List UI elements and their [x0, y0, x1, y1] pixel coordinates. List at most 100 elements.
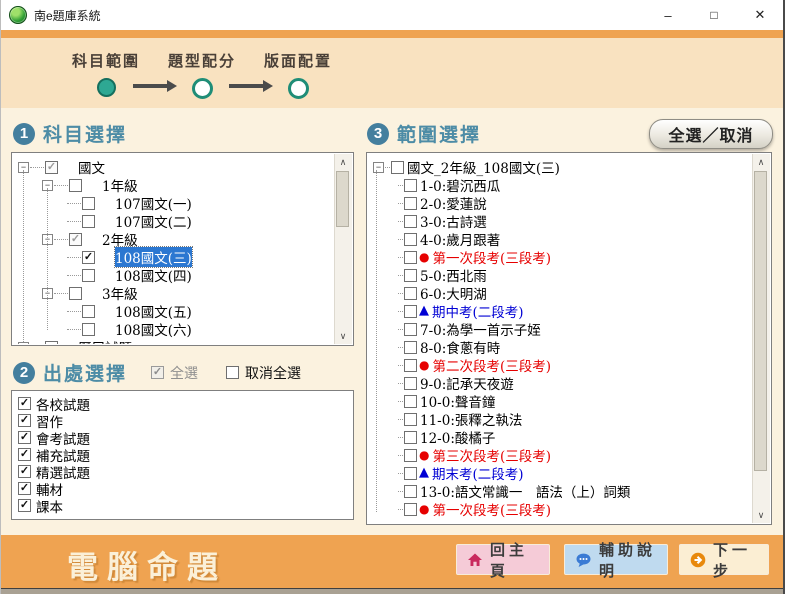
next-step-button[interactable]: 下一步 — [679, 544, 769, 575]
checkbox[interactable] — [404, 431, 417, 444]
checkbox[interactable] — [404, 179, 417, 192]
checkbox[interactable] — [404, 467, 417, 480]
checkbox[interactable] — [404, 233, 417, 246]
checkbox[interactable]: ✓ — [82, 251, 95, 264]
checkbox[interactable] — [404, 305, 417, 318]
subject-tree-item[interactable]: ✓108國文(三) — [14, 248, 334, 266]
tree-line — [67, 311, 81, 312]
subject-tree-item[interactable]: 107國文(一) — [14, 194, 334, 212]
checkbox[interactable] — [45, 341, 58, 345]
scrollbar-thumb[interactable] — [754, 171, 767, 471]
checkbox[interactable] — [82, 269, 95, 282]
checkbox[interactable] — [404, 449, 417, 462]
subject-tree-item[interactable]: 107國文(二) — [14, 212, 334, 230]
checkbox[interactable] — [404, 341, 417, 354]
scroll-up-icon[interactable]: ∧ — [753, 154, 769, 170]
range-tree-item[interactable]: 3-0:古詩選 — [369, 212, 752, 230]
checkbox[interactable] — [404, 287, 417, 300]
range-tree-item[interactable]: ●第三次段考(三段考) — [369, 446, 752, 464]
range-scrollbar[interactable]: ∧ ∨ — [752, 154, 770, 523]
range-tree-item[interactable]: ●第一次段考(三段考) — [369, 500, 752, 518]
select-all-checkbox[interactable]: ✓ 全選 — [151, 363, 198, 383]
range-tree-item[interactable]: ●第二次段考(三段考) — [369, 356, 752, 374]
range-tree-item[interactable]: 2-0:愛蓮說 — [369, 194, 752, 212]
checkbox[interactable] — [69, 287, 82, 300]
subject-tree-item[interactable]: −✓2年級 — [14, 230, 334, 248]
deselect-all-checkbox[interactable]: 取消全選 — [226, 363, 301, 383]
range-tree-item[interactable]: 8-0:食蔥有時 — [369, 338, 752, 356]
checkbox[interactable]: ✓ — [18, 465, 31, 478]
range-tree-item[interactable]: ▲期末考(二段考) — [369, 464, 752, 482]
scroll-up-icon[interactable]: ∧ — [335, 154, 351, 170]
range-tree-item[interactable]: 1-0:碧沉西瓜 — [369, 176, 752, 194]
source-list-item[interactable]: ✓精選試題 — [14, 463, 351, 480]
collapse-icon[interactable]: − — [373, 162, 384, 173]
checkbox[interactable] — [404, 197, 417, 210]
checkbox[interactable]: ✓ — [18, 499, 31, 512]
subject-tree-item[interactable]: 108國文(六) — [14, 320, 334, 338]
checkbox[interactable]: ✓ — [45, 161, 58, 174]
checkbox[interactable]: ✓ — [18, 397, 31, 410]
checkbox[interactable] — [404, 251, 417, 264]
range-tree-item[interactable]: 9-0:記承天夜遊 — [369, 374, 752, 392]
checkbox[interactable] — [404, 377, 417, 390]
checkbox[interactable] — [404, 503, 417, 516]
checkbox[interactable]: ✓ — [18, 431, 31, 444]
checkbox[interactable]: ✓ — [18, 414, 31, 427]
checkbox[interactable] — [82, 323, 95, 336]
help-button[interactable]: 輔助說明 — [564, 544, 668, 575]
source-list-item[interactable]: ✓輔材 — [14, 480, 351, 497]
subject-section-header: 1 科目選擇 — [13, 120, 127, 147]
subject-tree-item[interactable]: 108國文(四) — [14, 266, 334, 284]
range-tree-item[interactable]: 12-0:酸橘子 — [369, 428, 752, 446]
range-tree-item[interactable]: ●第一次段考(三段考) — [369, 248, 752, 266]
source-list-item[interactable]: ✓習作 — [14, 412, 351, 429]
range-tree-item[interactable]: 7-0:為學一首示子姪 — [369, 320, 752, 338]
source-list-item[interactable]: ✓補充試題 — [14, 446, 351, 463]
checkbox[interactable] — [82, 215, 95, 228]
scroll-down-icon[interactable]: ∨ — [335, 328, 351, 344]
range-tree-item[interactable]: −國文_2年級_108國文(三) — [369, 158, 752, 176]
subject-tree-item[interactable]: −3年級 — [14, 284, 334, 302]
checkbox[interactable] — [69, 179, 82, 192]
scrollbar-thumb[interactable] — [336, 171, 349, 227]
checkbox[interactable] — [404, 323, 417, 336]
checkbox[interactable] — [82, 197, 95, 210]
source-list-item[interactable]: ✓各校試題 — [14, 395, 351, 412]
range-tree-item[interactable]: 5-0:西北雨 — [369, 266, 752, 284]
range-tree-item[interactable]: 13-0:語文常識一 語法（上）詞類 — [369, 482, 752, 500]
range-tree-item[interactable]: 11-0:張釋之執法 — [369, 410, 752, 428]
range-tree-item[interactable]: ▲期中考(二段考) — [369, 302, 752, 320]
checkbox[interactable]: ✓ — [18, 448, 31, 461]
tree-line — [398, 293, 403, 294]
checkbox[interactable]: ✓ — [18, 482, 31, 495]
subject-tree-item[interactable]: −1年級 — [14, 176, 334, 194]
subject-tree-item[interactable]: 108國文(五) — [14, 302, 334, 320]
range-tree-item[interactable]: 10-0:聲音鐘 — [369, 392, 752, 410]
select-toggle-button[interactable]: 全選／取消 — [649, 119, 773, 149]
source-list-item[interactable]: ✓會考試題 — [14, 429, 351, 446]
scroll-down-icon[interactable]: ∨ — [753, 507, 769, 523]
minimize-button[interactable]: – — [645, 0, 691, 30]
footer-bar: 電腦命題 回主頁 輔助說明 下一步 — [1, 535, 783, 588]
tree-item-label: 2年級 — [102, 229, 138, 249]
source-list-item[interactable]: ✓課本 — [14, 497, 351, 514]
checkbox[interactable] — [404, 485, 417, 498]
subject-tree-item[interactable]: −✓國文 — [14, 158, 334, 176]
range-tree-item[interactable]: 6-0:大明湖 — [369, 284, 752, 302]
checkbox[interactable] — [404, 413, 417, 426]
tree-item-label: 5-0:西北雨 — [420, 265, 487, 285]
checkbox[interactable] — [404, 359, 417, 372]
checkbox[interactable] — [82, 305, 95, 318]
maximize-button[interactable]: □ — [691, 0, 737, 30]
checkbox[interactable]: ✓ — [69, 233, 82, 246]
step-circle-icon — [192, 78, 213, 99]
range-tree-item[interactable]: 4-0:歲月跟著 — [369, 230, 752, 248]
close-button[interactable]: ✕ — [737, 0, 783, 30]
checkbox[interactable] — [391, 161, 404, 174]
home-button[interactable]: 回主頁 — [456, 544, 550, 575]
subject-scrollbar[interactable]: ∧ ∨ — [334, 154, 352, 344]
checkbox[interactable] — [404, 215, 417, 228]
checkbox[interactable] — [404, 395, 417, 408]
checkbox[interactable] — [404, 269, 417, 282]
